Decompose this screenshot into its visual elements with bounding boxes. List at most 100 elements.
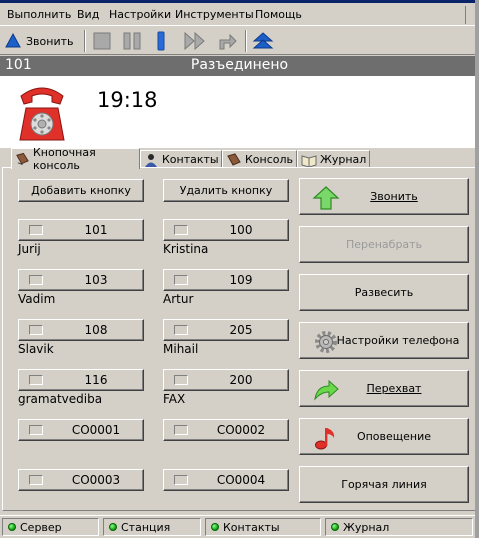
speed-key[interactable]: 116 [18,369,144,391]
menu-settings[interactable]: Настройки [109,7,171,23]
speed-key[interactable]: 200 [163,369,289,391]
phone-settings-button[interactable]: Настройки телефона [299,322,469,359]
key-number: CO0002 [216,423,266,437]
paging-button[interactable]: Оповещение [299,418,469,455]
key-number: CO0003 [71,473,121,487]
tab-label: Журнал [320,153,367,166]
pause-button[interactable] [122,29,142,53]
menu-tools[interactable]: Инструменты [175,7,254,23]
tab-strip: Кнопочная консоль Контакты Консоль Журна… [0,146,479,172]
status-led-icon [109,523,117,531]
tab-contacts[interactable]: Контакты [140,150,222,168]
stop-button[interactable] [92,29,112,53]
toolbar-call-label: Звонить [26,34,74,48]
status-label: Сервер [20,520,62,534]
status-led-icon [331,523,339,531]
status-bar: Сервер Станция Контакты Журнал [0,515,479,538]
key-indicator [29,225,43,235]
speed-key[interactable]: 108 [18,319,144,341]
key-name: Slavik [18,342,54,356]
key-number: 200 [229,373,253,387]
menu-help[interactable]: Помощь [255,7,302,23]
transfer-button[interactable] [216,29,238,53]
key-indicator [174,225,188,235]
transfer-arrow-icon [219,33,237,50]
line-number: 101 [5,57,32,73]
key-number: 103 [84,273,108,287]
redial-button[interactable]: Перенабрать [299,226,469,263]
redial-label: Перенабрать [345,238,423,251]
key-number: 109 [229,273,253,287]
line-status-bar: Разъединено 101 [0,56,479,76]
pause-icon [123,32,141,50]
key-name: Jurij [18,242,41,256]
speed-key[interactable]: 205 [163,319,289,341]
key-name: Kristina [163,242,209,256]
hold-bar-icon [157,31,165,51]
line-state: Разъединено [190,57,289,73]
key-name: FAX [163,392,186,406]
status-journal: Журнал [325,518,473,536]
tab-console[interactable]: Консоль [222,150,297,168]
speed-key[interactable]: 103 [18,269,144,291]
key-number: 100 [229,223,253,237]
delete-button[interactable]: Удалить кнопку [163,179,289,202]
status-label: Журнал [343,520,390,534]
key-number: CO0004 [216,473,266,487]
key-indicator [29,425,43,435]
pickup-button[interactable]: Перехват [299,370,469,407]
key-name: Vadim [18,292,56,306]
journal-book-icon [301,154,317,167]
keypad-icon [227,152,241,166]
red-telephone-icon [19,87,65,141]
person-icon [145,153,157,167]
status-contacts: Контакты [205,518,321,536]
key-indicator [174,375,188,385]
key-indicator [29,475,43,485]
speed-key[interactable]: CO0003 [18,469,144,491]
menu-run[interactable]: Выполнить [7,7,71,23]
menu-bar: Выполнить Вид Настройки Инструменты Помо… [0,3,479,25]
stop-icon [93,32,111,50]
music-note-icon [315,428,335,450]
key-indicator [174,275,188,285]
tab-journal[interactable]: Журнал [297,150,370,168]
speed-key[interactable]: 100 [163,219,289,241]
toolbar-separator [84,30,86,52]
green-curved-arrow-icon [314,379,339,401]
toolbar-call-button[interactable]: Звонить [4,29,76,53]
hotline-button[interactable]: Горячая линия [299,466,469,503]
keypad-icon [16,152,29,166]
call-area: 19:18 [0,76,479,148]
speed-key[interactable]: CO0004 [163,469,289,491]
status-led-icon [8,523,16,531]
tab-label: Консоль [245,153,294,166]
speed-key[interactable]: CO0002 [163,419,289,441]
call-label: Звонить [370,190,418,203]
key-name: gramatvediba [18,392,103,406]
collapse-button[interactable] [252,29,274,53]
gear-icon [315,331,337,353]
window-edge [475,0,479,538]
toolbar: Звонить [0,25,479,55]
key-name: Mihail [163,342,199,356]
add-button[interactable]: Добавить кнопку [18,179,144,202]
menu-view[interactable]: Вид [77,7,99,23]
key-name: Artur [163,292,194,306]
hangup-button[interactable]: Развесить [299,274,469,311]
key-indicator [29,275,43,285]
pickup-label: Перехват [366,382,422,395]
key-number: 101 [84,223,108,237]
key-number: 205 [229,323,253,337]
hotline-label: Горячая линия [341,478,427,491]
key-number: CO0001 [71,423,121,437]
speed-key[interactable]: 109 [163,269,289,291]
call-button[interactable]: Звонить [299,178,469,215]
key-number: 108 [84,323,108,337]
speed-key[interactable]: CO0001 [18,419,144,441]
double-chevron-up-icon [252,32,274,49]
forward-button[interactable] [183,29,207,53]
speed-key[interactable]: 101 [18,219,144,241]
hold-button[interactable] [155,29,169,53]
tab-button-console[interactable]: Кнопочная консоль [11,146,140,172]
